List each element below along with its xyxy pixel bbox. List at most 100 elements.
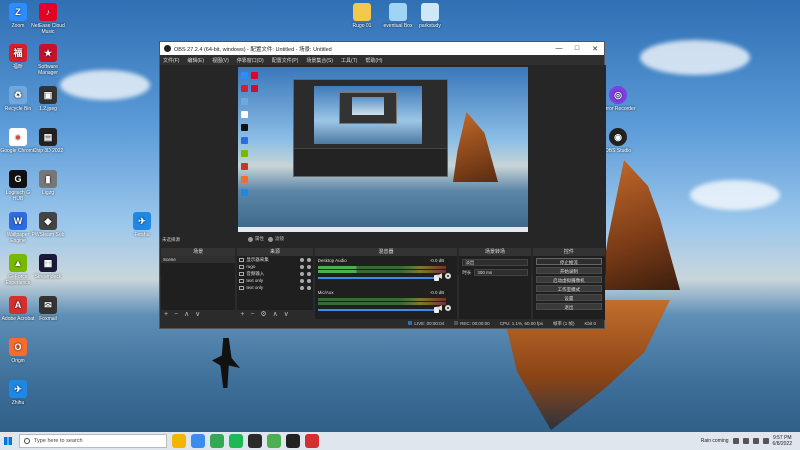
menu-tools[interactable]: 工具(T): [341, 57, 357, 64]
source-item[interactable]: text only: [237, 284, 312, 291]
maximize-button[interactable]: □: [568, 45, 586, 53]
gear-icon[interactable]: [445, 305, 452, 311]
minimize-button[interactable]: —: [550, 45, 568, 53]
studio-mode-button[interactable]: 工作室模式: [535, 285, 602, 292]
desktop-icon[interactable]: ★ Software Manager: [30, 44, 66, 76]
volume-icon[interactable]: [762, 438, 769, 444]
transitions-dock-title: 场景转场: [459, 248, 531, 256]
preview-icon: [241, 72, 248, 79]
close-button[interactable]: ✕: [586, 45, 604, 53]
search-placeholder: Type here to search: [34, 438, 83, 444]
stop-streaming-button[interactable]: 停止推流: [535, 258, 602, 265]
taskbar-app-icon[interactable]: [191, 434, 205, 448]
mixer-dock-title: 混音器: [314, 248, 458, 256]
start-virtual-camera-button[interactable]: 启动虚拟摄像机: [535, 276, 602, 283]
desktop-icon[interactable]: ▮ Ligzg: [30, 170, 66, 196]
menu-edit[interactable]: 编辑(E): [187, 57, 204, 64]
weather-widget[interactable]: Rain coming: [701, 438, 729, 444]
desktop-icon[interactable]: ▣ 1.2.jpeg: [30, 86, 66, 112]
frame-status: 帧率 (1 帧): [552, 320, 575, 326]
menu-view[interactable]: 视图(V): [212, 57, 229, 64]
properties-button[interactable]: 属性: [248, 236, 264, 242]
desktop-icon[interactable]: ✉ Foxmail: [30, 296, 66, 322]
desktop-icon[interactable]: ▤ Chip 3D 2022: [30, 128, 66, 154]
app-icon: O: [9, 338, 27, 356]
visibility-icon[interactable]: [299, 285, 304, 290]
taskbar-app-icon[interactable]: [286, 434, 300, 448]
visibility-icon[interactable]: [299, 264, 304, 269]
desktop-icon[interactable]: eventual Box: [380, 3, 416, 29]
cloud: [640, 40, 750, 75]
scene-item[interactable]: Scene: [161, 256, 236, 263]
volume-slider[interactable]: [317, 307, 439, 313]
sources-dock: 来源 显示器采集 rugo 音频输入 text only text only +…: [237, 248, 313, 320]
settings-button[interactable]: 设置: [535, 294, 602, 301]
image-icon: [239, 264, 245, 269]
taskbar-app-icon[interactable]: [210, 434, 224, 448]
source-item[interactable]: text only: [237, 277, 312, 284]
desktop-icon[interactable]: parkstudy: [412, 3, 448, 29]
start-recording-button[interactable]: 开始录制: [535, 267, 602, 274]
taskbar-app-icon[interactable]: [229, 434, 243, 448]
program-preview[interactable]: [238, 67, 528, 232]
taskbar-app-icon[interactable]: [305, 434, 319, 448]
desktop-icon-label: NetEase Cloud Music: [31, 23, 65, 35]
desktop-icon[interactable]: ✈ Feishu: [124, 212, 160, 238]
app-icon: ✈: [133, 212, 151, 230]
desktop-icon[interactable]: ✈ Zhihu: [0, 380, 36, 406]
lock-icon[interactable]: [306, 257, 311, 262]
desktop-icon-label: Zhihu: [11, 400, 25, 406]
menu-docks[interactable]: 停靠窗口(D): [237, 57, 264, 64]
menu-scene-collection[interactable]: 场景集合(S): [306, 57, 333, 64]
gear-icon[interactable]: [445, 273, 452, 279]
desktop-icon[interactable]: Rugo 01: [344, 3, 380, 29]
desktop-icon-label: Origin: [11, 358, 25, 364]
lock-icon[interactable]: [306, 264, 311, 269]
clock[interactable]: 9:57 PM 6/8/2022: [773, 435, 792, 447]
menu-help[interactable]: 帮助(H): [365, 57, 382, 64]
desktop-icon[interactable]: ◆ PWSteam Sub: [30, 212, 66, 238]
cloud: [690, 180, 780, 210]
preview-icon: [241, 124, 248, 131]
desktop-icon-label: Chip 3D 2022: [32, 148, 64, 154]
app-icon: ▲: [9, 254, 27, 272]
tray-icon[interactable]: [732, 438, 739, 444]
source-item[interactable]: 音频输入: [237, 270, 312, 277]
cpu-status: CPU: 1.1%, 60.00 fps: [499, 321, 543, 326]
app-icon: W: [9, 212, 27, 230]
lock-icon[interactable]: [306, 285, 311, 290]
preview-icon: [241, 163, 248, 170]
menu-profile[interactable]: 配置文件(P): [272, 57, 299, 64]
duration-input[interactable]: 300 ms: [474, 269, 528, 276]
taskbar-app-icon[interactable]: [172, 434, 186, 448]
taskbar-app-icon[interactable]: [267, 434, 281, 448]
source-item[interactable]: 显示器采集: [237, 256, 312, 263]
start-button[interactable]: [0, 432, 16, 450]
obs-titlebar[interactable]: OBS 27.2.4 (64-bit, windows) - 配置文件: Unt…: [160, 42, 604, 55]
exit-button[interactable]: 退出: [535, 303, 602, 310]
lock-icon[interactable]: [306, 271, 311, 276]
taskbar-app-icon[interactable]: [248, 434, 262, 448]
desktop-icon[interactable]: ♪ NetEase Cloud Music: [30, 3, 66, 35]
taskbar-search[interactable]: Type here to search: [19, 434, 167, 448]
preview-icon: [241, 137, 248, 144]
desktop-icon[interactable]: ▦ Streamdeck: [30, 254, 66, 280]
filters-button[interactable]: 滤镜: [268, 236, 284, 242]
live-indicator-icon: [408, 321, 413, 325]
source-item[interactable]: rugo: [237, 263, 312, 270]
visibility-icon[interactable]: [299, 257, 304, 262]
desktop-icon-label: Streamdeck: [34, 274, 62, 280]
obs-window[interactable]: OBS 27.2.4 (64-bit, windows) - 配置文件: Unt…: [159, 41, 606, 329]
lock-icon[interactable]: [306, 278, 311, 283]
app-icon: ◆: [39, 212, 57, 230]
tray-icon[interactable]: [742, 438, 749, 444]
desktop-icon[interactable]: O Origin: [0, 338, 36, 364]
app-icon: ★: [39, 44, 57, 62]
volume-slider[interactable]: [317, 275, 439, 281]
menu-file[interactable]: 文件(F): [163, 57, 179, 64]
visibility-icon[interactable]: [299, 278, 304, 283]
visibility-icon[interactable]: [299, 271, 304, 276]
duration-label: 时长: [462, 269, 472, 275]
transition-type-select[interactable]: 淡出: [462, 259, 528, 266]
tray-icon[interactable]: [752, 438, 759, 444]
